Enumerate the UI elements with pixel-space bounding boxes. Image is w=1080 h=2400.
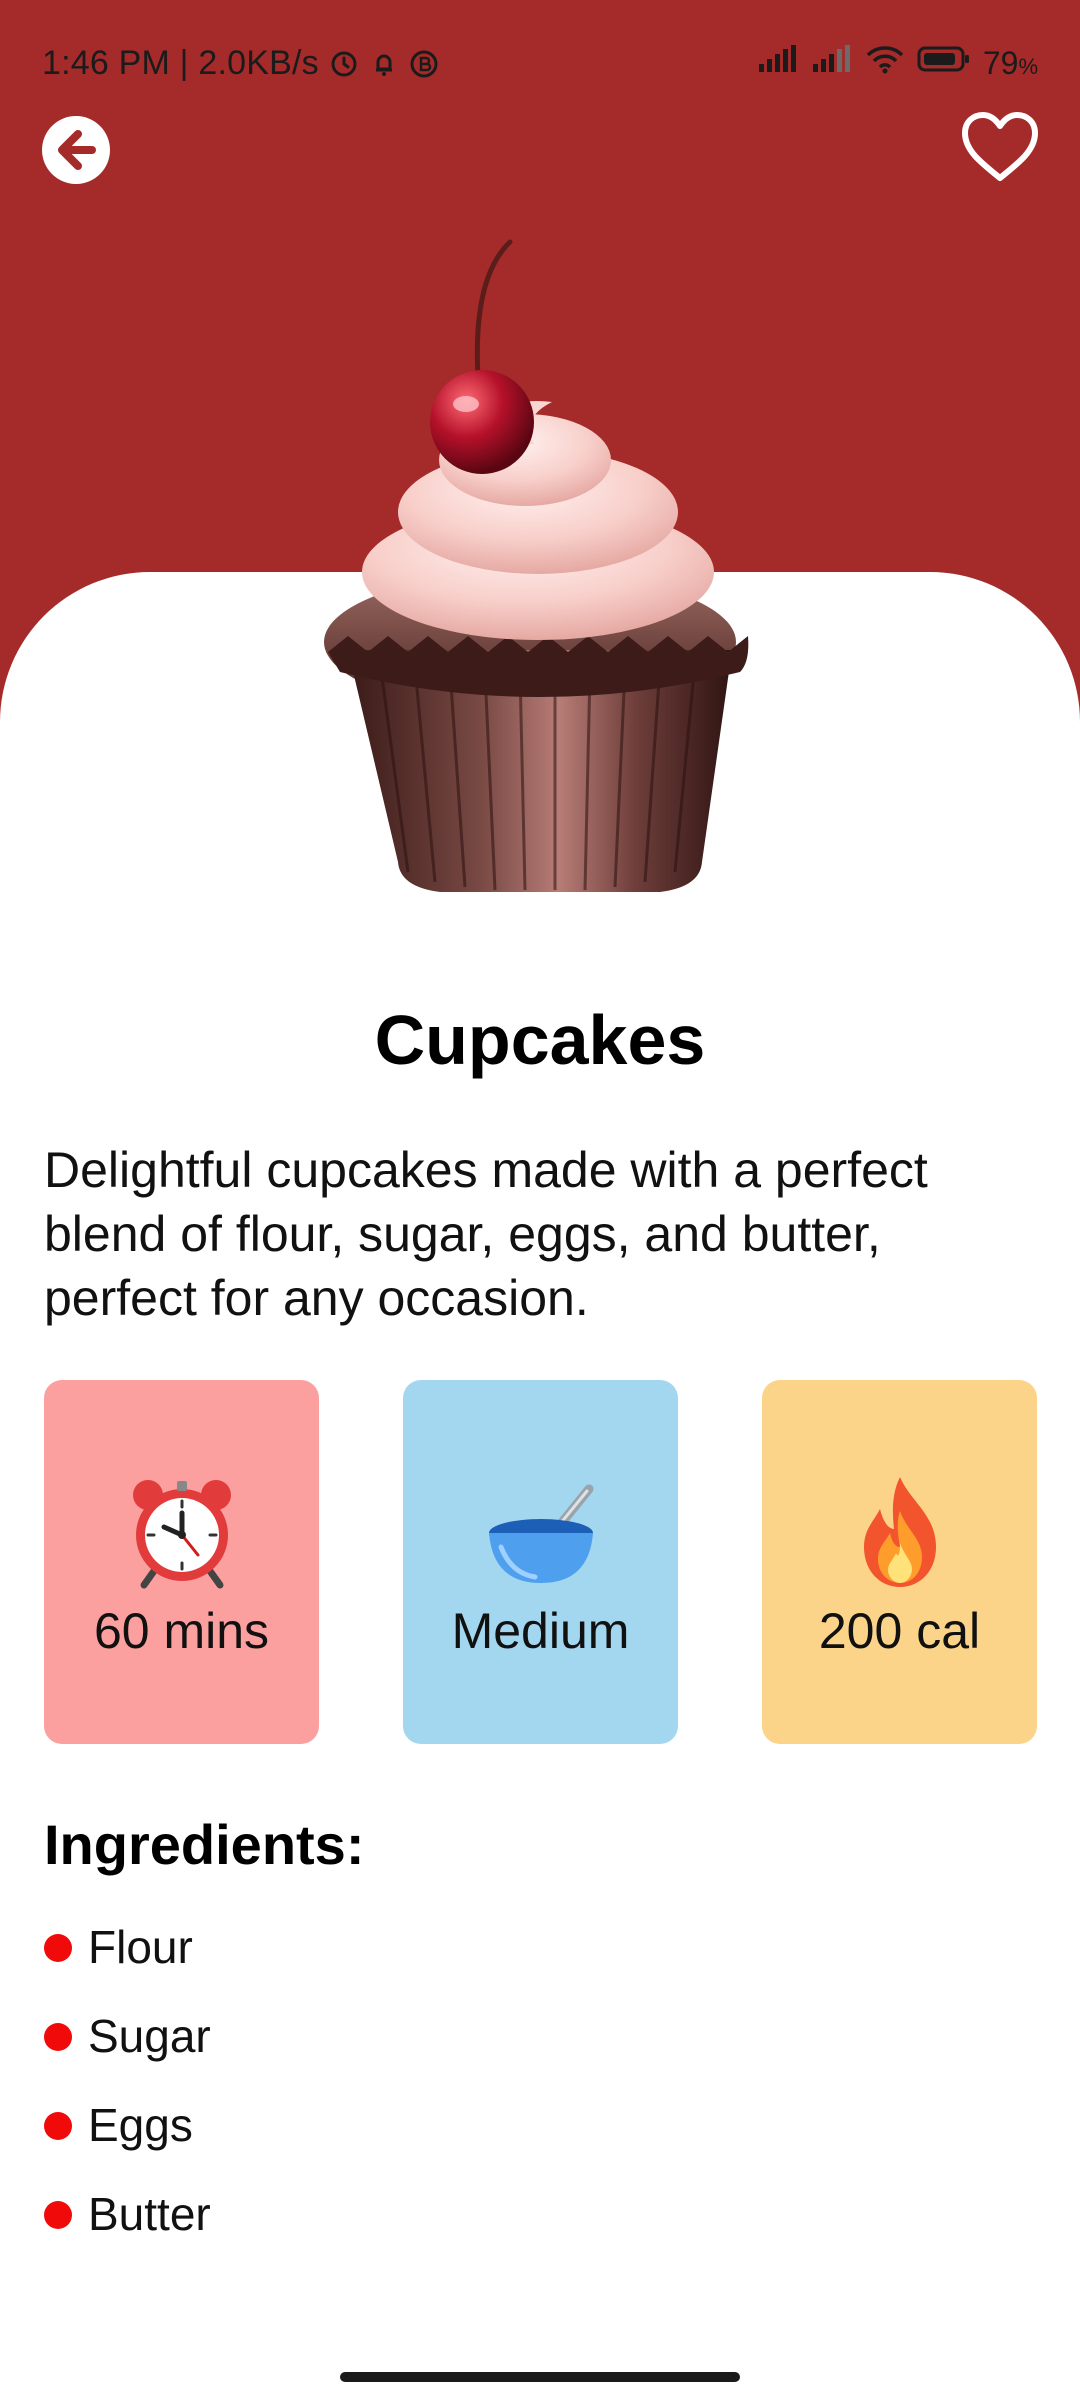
status-bar: 1:46 PM | 2.0KB/s 79% [0,0,1080,130]
battery-percentage: 79% [983,45,1038,82]
time-label: 60 mins [93,1603,270,1659]
calories-label: 200 cal [818,1603,981,1659]
status-left: 1:46 PM | 2.0KB/s [42,44,439,83]
time-card: 60 mins [44,1380,319,1744]
ingredient-item: Sugar [44,2009,211,2098]
status-time-speed: 1:46 PM | 2.0KB/s [42,44,319,82]
ingredients-list: Flour Sugar Eggs Butter [44,1920,211,2276]
ingredient-label: Butter [88,2188,211,2240]
calories-card: 200 cal [762,1380,1037,1744]
cellular-signal-icon [811,44,853,83]
alarm-icon [329,49,359,79]
arrow-left-circle-icon [44,118,108,182]
difficulty-card: Medium [403,1380,678,1744]
ingredient-label: Flour [88,1921,193,1973]
alarm-clock-icon [44,1466,319,1596]
home-indicator[interactable] [340,2372,740,2382]
battery-icon [917,44,971,83]
difficulty-label: Medium [451,1603,630,1659]
wifi-icon [865,44,905,83]
notification-bell-icon [369,49,399,79]
heart-outline-icon [962,112,1038,181]
recipe-description: Delightful cupcakes made with a perfect … [44,1142,928,1326]
battery-value: 79 [982,45,1019,81]
bullet-dot-icon [44,2112,72,2140]
status-right: 79% [757,44,1038,83]
back-button[interactable] [42,116,110,184]
recipe-title: Cupcakes [374,1001,706,1079]
ingredient-item: Flour [44,1920,211,2009]
cupcake-icon [324,239,749,892]
battery-unit: % [1018,54,1038,79]
favorite-button[interactable] [960,110,1040,184]
ingredients-heading: Ingredients: [44,1813,365,1876]
ingredient-item: Butter [44,2187,211,2276]
bullet-dot-icon [44,2023,72,2051]
recipe-stats: 60 mins Medium 200 cal [44,1380,1038,1744]
bullet-dot-icon [44,1934,72,1962]
bullet-dot-icon [44,2201,72,2229]
cellular-signal-icon [757,44,799,83]
ingredient-item: Eggs [44,2098,211,2187]
mixing-bowl-icon [403,1466,678,1596]
recipe-image [320,222,760,902]
fire-icon [762,1466,1037,1596]
ingredient-label: Sugar [88,2010,211,2062]
bluetooth-badge-icon [409,49,439,79]
ingredient-label: Eggs [88,2099,193,2151]
